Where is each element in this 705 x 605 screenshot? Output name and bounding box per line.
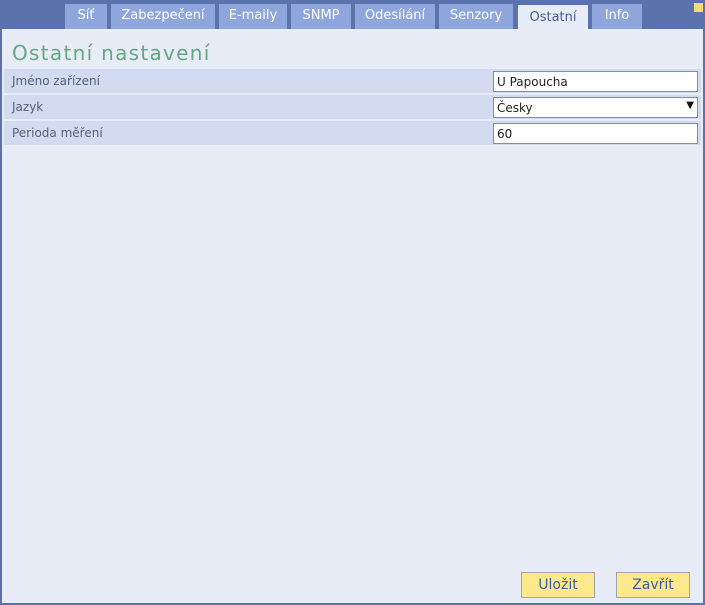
language-value[interactable]: Česky [493, 97, 698, 118]
tab-odesilani[interactable]: Odesílání [355, 4, 435, 29]
settings-panel: Ostatní nastavení Jméno zařízení Jazyk Č… [2, 29, 703, 603]
save-button[interactable]: Uložit [521, 572, 595, 598]
corner-marker [694, 3, 703, 12]
language-row: Jazyk Česky ▼ [4, 95, 701, 119]
period-input[interactable] [493, 123, 698, 144]
page-title: Ostatní nastavení [12, 41, 211, 65]
tab-e-maily[interactable]: E-maily [219, 4, 287, 29]
language-label: Jazyk [12, 100, 44, 114]
close-button[interactable]: Zavřít [616, 572, 690, 598]
tab-ostatni[interactable]: Ostatní [518, 5, 588, 31]
period-row: Perioda měření [4, 121, 701, 145]
device-name-input[interactable] [493, 71, 698, 92]
period-label: Perioda měření [12, 126, 103, 140]
language-select[interactable]: Česky ▼ [493, 97, 698, 118]
tab-info[interactable]: Info [592, 4, 642, 29]
tab-snmp[interactable]: SNMP [291, 4, 351, 29]
device-name-row: Jméno zařízení [4, 69, 701, 93]
tab-senzory[interactable]: Senzory [439, 4, 513, 29]
tab-sit[interactable]: Síť [65, 4, 107, 29]
tab-zabezpeceni[interactable]: Zabezpečení [111, 4, 215, 29]
tab-bar: Síť Zabezpečení E-maily SNMP Odesílání S… [0, 0, 705, 31]
device-name-label: Jméno zařízení [12, 74, 100, 88]
